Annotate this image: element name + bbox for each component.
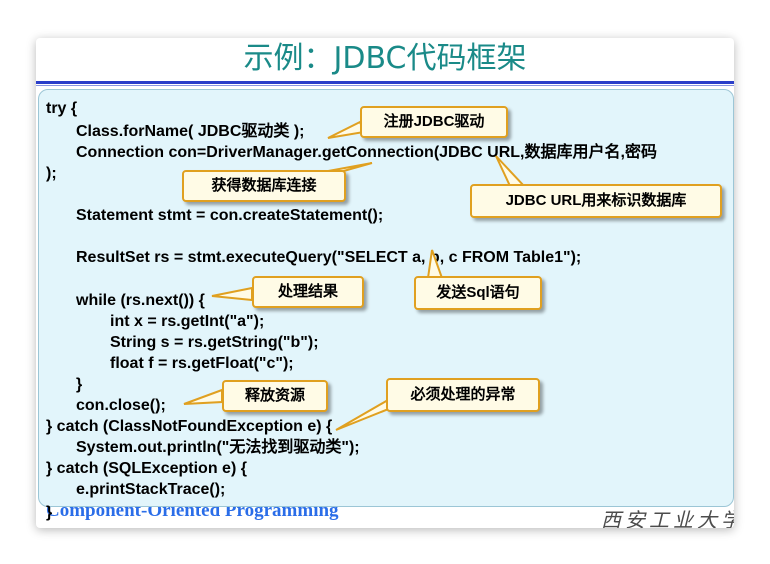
pointer-register-driver: [327, 120, 366, 139]
callout-jdbc-url: JDBC URL用来标识数据库: [470, 184, 722, 218]
callout-register-driver: 注册JDBC驱动: [360, 106, 508, 138]
callout-process-result: 处理结果: [252, 276, 364, 308]
pointer-send-sql: [426, 249, 444, 279]
callout-release-resources: 释放资源: [222, 380, 328, 412]
callout-get-connection: 获得数据库连接: [182, 170, 346, 202]
callout-send-sql: 发送Sql语句: [414, 276, 542, 310]
pointer-jdbc-url: [495, 155, 527, 187]
pointer-release-resources: [183, 388, 223, 405]
callout-must-handle-exception: 必须处理的异常: [386, 378, 540, 412]
slide: 示例：JDBC代码框架 Component-Oriented Programmi…: [36, 38, 734, 528]
pointer-process-result: [211, 286, 253, 302]
